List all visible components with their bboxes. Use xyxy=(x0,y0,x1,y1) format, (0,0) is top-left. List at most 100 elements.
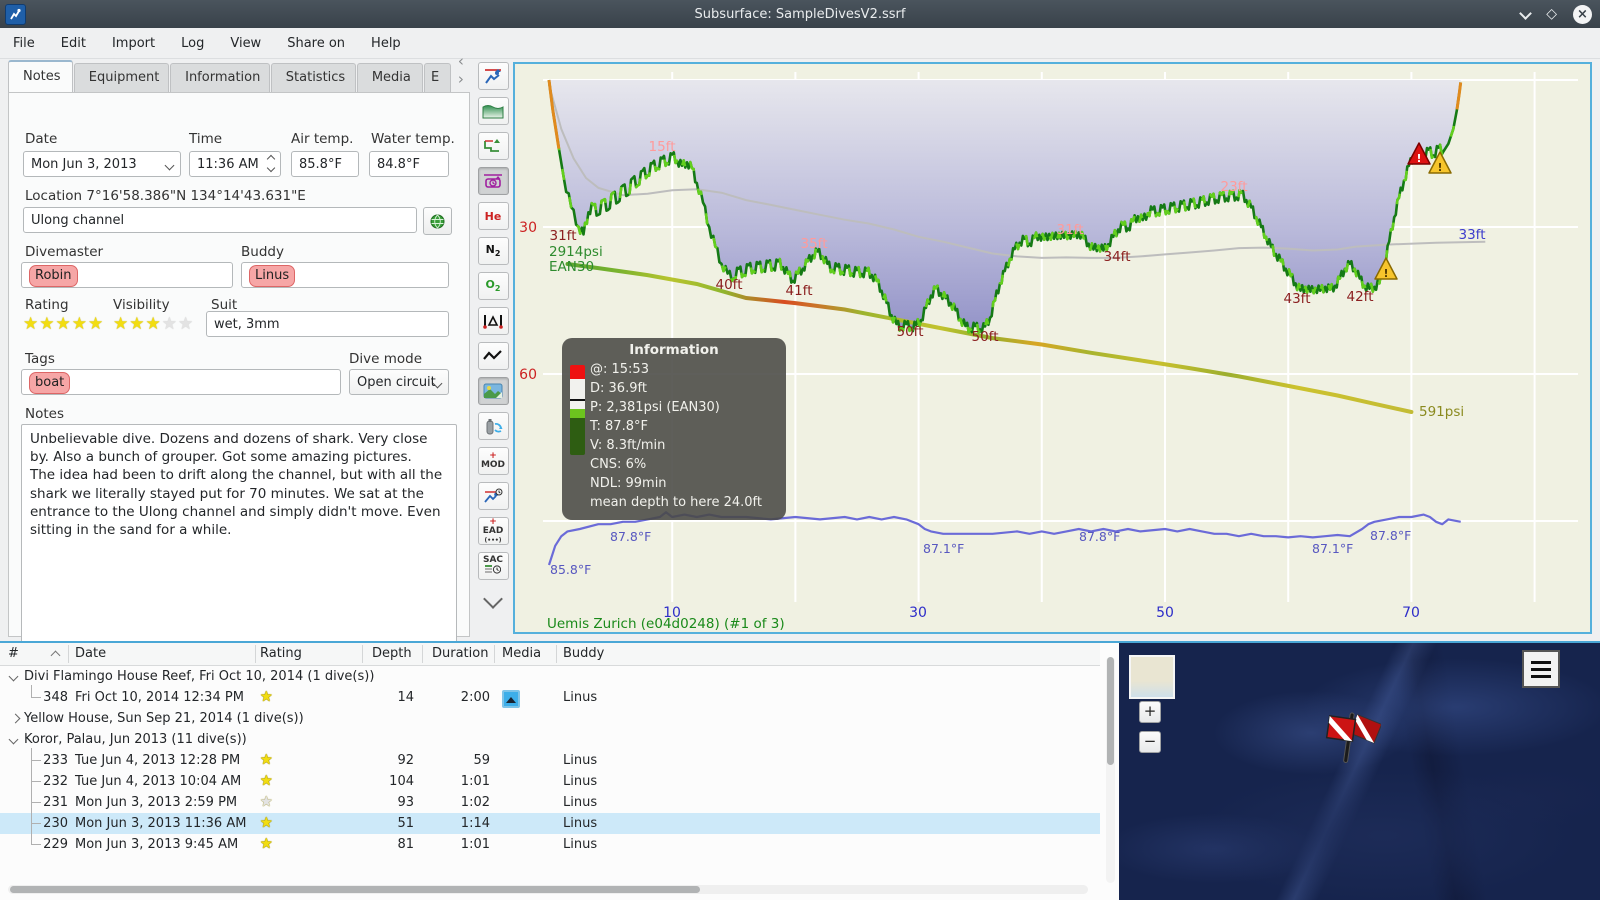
hscroll-thumb[interactable] xyxy=(10,886,700,893)
star-filled-icon: ★ xyxy=(260,752,273,768)
chart-label: 87.1°F xyxy=(1312,541,1353,556)
dive-row[interactable]: 348 Fri Oct 10, 2014 12:34 PM ★ ★ ★ ★ ★ 14 2:00 L… xyxy=(0,685,1100,708)
water-gradient-button[interactable] xyxy=(477,97,509,125)
dive-computer-button[interactable] xyxy=(477,62,509,90)
dive-mode-combobox[interactable]: Open circuit xyxy=(349,369,449,395)
expanded-caret-icon[interactable] xyxy=(8,734,19,745)
column-header-num[interactable]: # xyxy=(8,646,19,661)
mod-button[interactable]: + MOD xyxy=(477,447,509,475)
menu-item-help[interactable]: Help xyxy=(358,32,414,55)
buddy-input[interactable]: Linus xyxy=(241,262,449,288)
dive-trip-row[interactable]: Yellow House, Sun Sep 21, 2014 (1 dive(s… xyxy=(0,708,1100,729)
column-header-depth[interactable]: Depth xyxy=(372,646,412,661)
svg-text:!: ! xyxy=(1437,161,1442,174)
dive-site-map[interactable]: + − xyxy=(1119,643,1600,900)
column-header-buddy[interactable]: Buddy xyxy=(563,646,604,661)
water-temp-field[interactable]: 84.8°F xyxy=(369,151,449,177)
column-header-rating[interactable]: Rating xyxy=(260,646,302,661)
dive-depth: 93 xyxy=(397,795,414,810)
map-overview-thumbnail[interactable] xyxy=(1129,655,1175,699)
dive-date: Mon Jun 3, 2013 9:45 AM xyxy=(75,837,239,852)
dive-row[interactable]: 230 Mon Jun 3, 2013 11:36 AM ★ ★ ★ ★ ★ 51 1:14 Li… xyxy=(0,811,1100,834)
location-input[interactable]: Ulong channel xyxy=(23,207,417,233)
chart-label: 591psi xyxy=(1419,404,1464,420)
dive-list-header[interactable]: # Date Rating Depth Duration Media Buddy xyxy=(0,643,1100,666)
column-header-media[interactable]: Media xyxy=(502,646,541,661)
date-combobox[interactable]: Mon Jun 3, 2013 xyxy=(23,151,181,177)
water-temp-value: 84.8°F xyxy=(377,157,420,172)
dive-row[interactable]: 232 Tue Jun 4, 2013 10:04 AM ★ ★ ★ ★ ★ 104 1:01 L… xyxy=(0,769,1100,792)
tab-media[interactable]: Media xyxy=(356,63,423,92)
maximize-icon[interactable]: ◇ xyxy=(1546,7,1557,21)
dive-number: 231 xyxy=(43,795,68,810)
tab-e[interactable]: E xyxy=(423,63,451,92)
tags-input[interactable]: boat xyxy=(21,369,341,395)
column-header-duration[interactable]: Duration xyxy=(432,646,488,661)
photos-icon xyxy=(483,383,503,399)
menu-item-log[interactable]: Log xyxy=(168,32,217,55)
profile-toolbar: He N2 O2 + MOD + EAD (•••) SAC xyxy=(474,62,512,636)
tab-information[interactable]: Information xyxy=(170,63,270,92)
dive-row[interactable]: 229 Mon Jun 3, 2013 9:45 AM ★ ★ ★ ★ ★ 81 1:01 Lin… xyxy=(0,832,1100,855)
dive-row[interactable]: 231 Mon Jun 3, 2013 2:59 PM ★ ★ ★ ★ ★ 93 1:02 Lin… xyxy=(0,790,1100,813)
globe-icon xyxy=(430,214,445,228)
dive-computer-icon xyxy=(485,69,501,84)
dive-row[interactable]: 233 Tue Jun 4, 2013 12:28 PM ★ ★ ★ ★ ★ 92 59 Linu… xyxy=(0,748,1100,771)
tank-bar-button[interactable] xyxy=(477,412,509,440)
horizontal-scrollbar[interactable] xyxy=(8,885,1088,894)
map-zoom-in-button[interactable]: + xyxy=(1139,701,1161,723)
helium-button[interactable]: He xyxy=(477,202,509,230)
ruler-button[interactable] xyxy=(477,307,509,335)
air-temp-field[interactable]: 85.8°F xyxy=(291,151,359,177)
dive-trip-row[interactable]: Divi Flamingo House Reef, Fri Oct 10, 20… xyxy=(0,666,1100,687)
menu-item-file[interactable]: File xyxy=(0,32,48,55)
ead-button[interactable]: + EAD (•••) xyxy=(477,517,509,545)
collapsed-caret-icon[interactable] xyxy=(10,713,21,724)
geolocation-button[interactable] xyxy=(423,207,452,235)
menu-item-import[interactable]: Import xyxy=(99,32,168,55)
picture-profile-button[interactable] xyxy=(477,132,509,160)
star-filled-icon: ★ xyxy=(113,314,130,334)
chart-label: 87.8°F xyxy=(610,529,651,544)
rating-stars[interactable]: ★★★★★ xyxy=(23,314,104,334)
info-tooltip-title: Information xyxy=(629,342,719,358)
media-icon[interactable] xyxy=(502,690,520,708)
menu-item-share-on[interactable]: Share on xyxy=(274,32,358,55)
dc-ceiling-button[interactable] xyxy=(477,167,509,195)
tab-equipment[interactable]: Equipment xyxy=(73,63,170,92)
expanded-caret-icon[interactable] xyxy=(8,671,19,682)
notes-textarea[interactable]: Unbelievable dive. Dozens and dozens of … xyxy=(21,424,457,656)
info-tooltip-row: D: 36.9ft xyxy=(590,381,647,396)
nitrogen-button[interactable]: N2 xyxy=(477,237,509,265)
show-photos-button[interactable] xyxy=(477,377,509,405)
star-filled-icon: ★ xyxy=(129,314,146,334)
dive-trip-row[interactable]: Koror, Palau, Jun 2013 (11 dive(s)) xyxy=(0,729,1100,750)
vertical-scrollbar[interactable] xyxy=(1106,657,1115,883)
menu-item-view[interactable]: View xyxy=(217,32,274,55)
deco-time-button[interactable] xyxy=(477,482,509,510)
heart-rate-button[interactable] xyxy=(477,342,509,370)
column-header-date[interactable]: Date xyxy=(75,646,106,661)
map-menu-button[interactable] xyxy=(1522,650,1560,688)
chart-label: 87.8°F xyxy=(1079,529,1120,544)
sac-rate-button[interactable]: SAC xyxy=(477,552,509,580)
visibility-stars[interactable]: ★★★★★ xyxy=(113,314,194,334)
menu-item-edit[interactable]: Edit xyxy=(48,32,99,55)
toolbar-scroll-down-button[interactable] xyxy=(478,587,509,615)
dive-flag-marker[interactable] xyxy=(1321,707,1381,769)
vscroll-thumb[interactable] xyxy=(1107,657,1114,765)
suit-input[interactable]: wet, 3mm xyxy=(206,311,449,337)
close-icon[interactable]: × xyxy=(1573,4,1592,24)
tab-notes[interactable]: Notes xyxy=(8,60,73,92)
dive-profile-chart[interactable]: 30 60 10 30 50 70 31ft 2914psi EAN30 15ft 40ft 41ft… xyxy=(513,62,1592,634)
minimize-icon[interactable] xyxy=(1519,7,1533,21)
divemaster-input[interactable]: Robin xyxy=(21,262,233,288)
info-tooltip-row: V: 8.3ft/min xyxy=(590,438,666,453)
time-spinbox[interactable]: 11:36 AM xyxy=(189,151,281,177)
dive-date: Mon Jun 3, 2013 2:59 PM xyxy=(75,795,238,810)
time-spinner-icon[interactable] xyxy=(266,154,276,173)
chart-label: 85.8°F xyxy=(550,562,591,577)
oxygen-button[interactable]: O2 xyxy=(477,272,509,300)
tab-statistics[interactable]: Statistics xyxy=(270,63,356,92)
map-zoom-out-button[interactable]: − xyxy=(1139,731,1161,753)
